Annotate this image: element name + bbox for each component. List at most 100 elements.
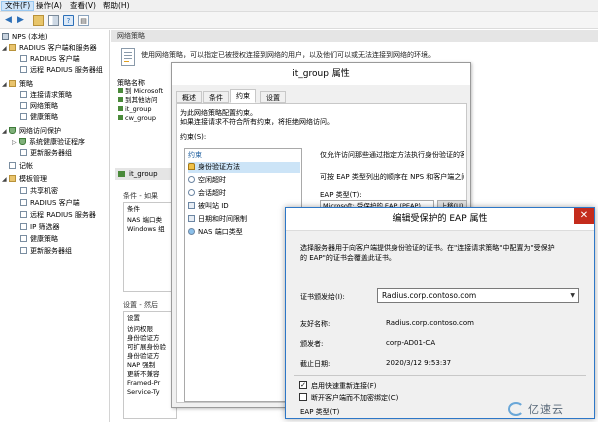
tree-item-network-policies[interactable]: 网络策略 bbox=[20, 101, 58, 111]
tree-item-remote-radius-groups[interactable]: 远程 RADIUS 服务器组 bbox=[20, 65, 103, 75]
expand-icon[interactable]: ▷ bbox=[12, 138, 19, 148]
tree-item-accounting[interactable]: 记帐 bbox=[9, 161, 33, 171]
show-hide-pane-icon[interactable] bbox=[48, 15, 59, 26]
list-item-label: NAS 端口类型 bbox=[198, 228, 243, 236]
tab-settings[interactable]: 设置 bbox=[260, 91, 286, 103]
tree-item-template-remediation-groups[interactable]: 更新服务器组 bbox=[20, 246, 72, 256]
cert-issued-label: 证书颁发给(I): bbox=[300, 293, 345, 301]
table-row[interactable]: Service-Ty bbox=[127, 388, 160, 397]
certificate-select[interactable]: Radius.corp.contoso.com ▼ bbox=[377, 288, 579, 303]
collapse-icon[interactable]: ◢ bbox=[2, 175, 9, 185]
table-row[interactable]: 身份验证方 bbox=[127, 334, 160, 343]
tab-constraints[interactable]: 约束 bbox=[230, 89, 256, 103]
tree-item-radius-clients[interactable]: RADIUS 客户端 bbox=[20, 54, 80, 64]
settings-table: 设置 访问权限 身份验证方 可扩展身份验 身份验证方 NAP 强制 更新不兼容 … bbox=[123, 311, 177, 419]
tree-item-health-policies[interactable]: 健康策略 bbox=[20, 112, 58, 122]
fast-reconnect-checkbox[interactable]: ✓ bbox=[299, 381, 307, 389]
constraint-day-time-restrictions[interactable]: 日期和时间限制 bbox=[188, 214, 300, 225]
tree-item-nps-local[interactable]: NPS (本地) bbox=[2, 32, 48, 42]
menu-file[interactable]: 文件(F) bbox=[1, 1, 35, 11]
constraint-authentication-methods[interactable]: 身份验证方法 bbox=[188, 162, 300, 173]
folder-icon bbox=[9, 175, 16, 182]
expiration-value: 2020/3/12 9:53:37 bbox=[386, 359, 452, 367]
back-arrow-icon[interactable]: ◀ bbox=[3, 15, 14, 26]
toolbar: ◀ ▶ ? ▤ bbox=[0, 12, 598, 29]
certificate-select-value: Radius.corp.contoso.com bbox=[382, 291, 477, 300]
table-row[interactable]: Framed-Pr bbox=[127, 379, 160, 388]
close-button[interactable]: ✕ bbox=[574, 208, 594, 224]
console-tree: NPS (本地) ◢ RADIUS 客户端和服务器 RADIUS 客户端 远程 R… bbox=[0, 30, 110, 422]
document-icon bbox=[20, 235, 27, 242]
friendly-name-label: 友好名称: bbox=[300, 320, 331, 328]
table-row[interactable]: 可扩展身份验 bbox=[127, 343, 166, 352]
menu-action[interactable]: 操作(A) bbox=[33, 1, 65, 11]
collapse-icon[interactable]: ◢ bbox=[2, 80, 9, 90]
folder-icon bbox=[9, 44, 16, 51]
list-item-label: 空闲超时 bbox=[198, 176, 226, 184]
tree-item-shared-secrets[interactable]: 共享机密 bbox=[20, 186, 58, 196]
tree-item-network-access-protection[interactable]: ◢ 网络访问保护 bbox=[2, 126, 61, 136]
edit-peap-properties-dialog: 编辑受保护的 EAP 属性 ✕ 选择服务器用于向客户端提供身份验证的证书。在"连… bbox=[285, 207, 595, 419]
table-row[interactable]: 访问权限 bbox=[127, 325, 153, 334]
constraint-session-timeout[interactable]: 会话超时 bbox=[188, 188, 300, 199]
tree-item-template-remote-radius-servers[interactable]: 远程 RADIUS 服务器 bbox=[20, 210, 96, 220]
tree-item-connection-request-policies[interactable]: 连接请求策略 bbox=[20, 90, 72, 100]
collapse-icon[interactable]: ◢ bbox=[2, 127, 9, 137]
constraint-called-station-id[interactable]: 被叫站 ID bbox=[188, 201, 300, 212]
document-icon bbox=[20, 102, 27, 109]
table-row[interactable]: 身份验证方 bbox=[127, 352, 160, 361]
auth-methods-description: 仅允许访问那些通过指定方法执行身份验证的客户端。 bbox=[320, 151, 464, 159]
table-row[interactable]: NAP 强制 bbox=[127, 361, 155, 370]
tab-overview[interactable]: 概述 bbox=[176, 91, 202, 103]
policy-enabled-icon bbox=[118, 115, 123, 120]
chevron-down-icon: ▼ bbox=[570, 292, 575, 299]
disconnect-without-binding-label[interactable]: 断开客户端而不加密绑定(C) bbox=[311, 393, 398, 403]
fast-reconnect-label[interactable]: 启用快速重新连接(F) bbox=[311, 381, 377, 391]
list-item[interactable]: cw_group bbox=[118, 113, 156, 123]
menu-help[interactable]: 帮助(H) bbox=[100, 1, 133, 11]
tree-item-label: 共享机密 bbox=[30, 187, 58, 195]
constraints-intro-2: 如果连接请求不符合所有约束，将拒绝网络访问。 bbox=[180, 118, 334, 126]
page-description: 使用网络策略，可以指定已被授权连接到网络的用户，以及他们可以或无法连接到网络的环… bbox=[141, 51, 435, 59]
help-icon[interactable]: ? bbox=[63, 15, 74, 26]
tree-item-template-health-policies[interactable]: 健康策略 bbox=[20, 234, 58, 244]
up-folder-icon[interactable] bbox=[33, 15, 44, 26]
disconnect-without-binding-checkbox[interactable] bbox=[299, 393, 307, 401]
tree-item-label: 模板管理 bbox=[19, 175, 47, 183]
tree-item-policies[interactable]: ◢ 策略 bbox=[2, 79, 33, 89]
tab-conditions[interactable]: 条件 bbox=[203, 91, 229, 103]
tree-item-radius-clients-servers[interactable]: ◢ RADIUS 客户端和服务器 bbox=[2, 43, 97, 53]
eap-types-label: EAP 类型(T): bbox=[320, 191, 362, 199]
collapse-icon[interactable]: ◢ bbox=[2, 44, 9, 54]
nps-server-icon bbox=[2, 33, 9, 40]
constraint-idle-timeout[interactable]: 空闲超时 bbox=[188, 175, 300, 186]
menu-view[interactable]: 查看(V) bbox=[67, 1, 99, 11]
cloud-logo-icon bbox=[508, 402, 524, 416]
tree-item-label: RADIUS 客户端 bbox=[30, 199, 80, 207]
settings-caption: 设置 - 然后 bbox=[123, 301, 158, 309]
tree-item-remediation-server-groups[interactable]: 更新服务器组 bbox=[20, 148, 72, 158]
table-row[interactable]: NAS 端口类 bbox=[127, 216, 162, 225]
clock-icon bbox=[188, 176, 195, 183]
tree-item-templates-management[interactable]: ◢ 模板管理 bbox=[2, 174, 47, 184]
phone-icon bbox=[188, 202, 195, 209]
document-icon bbox=[20, 247, 27, 254]
tree-item-system-health-validators[interactable]: ▷ 系统健康验证程序 bbox=[12, 137, 85, 147]
tree-item-label: RADIUS 客户端和服务器 bbox=[19, 44, 97, 52]
list-item-label: 日期和时间限制 bbox=[198, 215, 247, 223]
watermark-logo: 亿速云 bbox=[508, 400, 588, 418]
selected-policy-name: it_group bbox=[129, 170, 158, 178]
tree-item-label: 更新服务器组 bbox=[30, 247, 72, 255]
forward-arrow-icon[interactable]: ▶ bbox=[15, 15, 26, 26]
tree-item-ip-filters[interactable]: IP 筛选器 bbox=[20, 222, 60, 232]
watermark-text: 亿速云 bbox=[528, 403, 564, 416]
list-item-label: 会话超时 bbox=[198, 189, 226, 197]
tree-item-template-radius-clients[interactable]: RADIUS 客户端 bbox=[20, 198, 80, 208]
table-row[interactable]: Windows 组 bbox=[127, 225, 165, 234]
list-item-label: 被叫站 ID bbox=[198, 202, 229, 210]
constraint-nas-port-type[interactable]: NAS 端口类型 bbox=[188, 227, 300, 238]
properties-icon[interactable]: ▤ bbox=[78, 15, 89, 26]
tree-item-label: RADIUS 客户端 bbox=[30, 55, 80, 63]
table-row[interactable]: 更新不兼容 bbox=[127, 370, 160, 379]
eap-order-description: 可按 EAP 类型列出的顺序在 NPS 和客户端之间协商这些类型。 bbox=[320, 173, 464, 181]
